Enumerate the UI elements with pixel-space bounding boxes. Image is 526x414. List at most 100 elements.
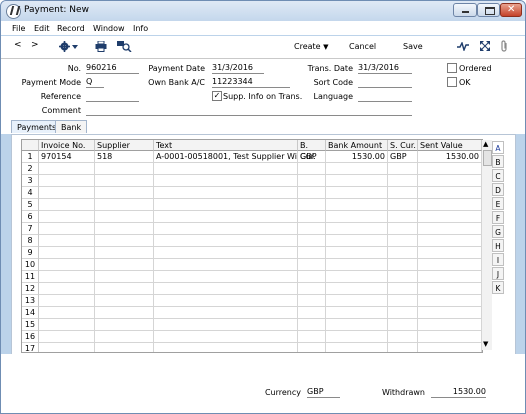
cell-s-cur[interactable] [388, 307, 418, 319]
cell-bank-amount[interactable] [326, 343, 388, 352]
cell-invoice-no[interactable] [39, 211, 95, 223]
cell-invoice-no[interactable] [39, 331, 95, 343]
cell-s-cur[interactable] [388, 295, 418, 307]
cell-supplier[interactable] [95, 343, 154, 352]
cell-b-cur[interactable] [298, 175, 326, 187]
cell-sent-value[interactable] [418, 187, 482, 199]
cell-s-cur[interactable] [388, 271, 418, 283]
ok-checkbox[interactable] [447, 77, 457, 87]
print-preview-icon[interactable] [116, 40, 132, 52]
trans-date-field[interactable]: 31/3/2016 [358, 63, 412, 74]
cell-bank-amount[interactable] [326, 235, 388, 247]
cell-sent-value[interactable] [418, 283, 482, 295]
cell-bank-amount[interactable] [326, 295, 388, 307]
cell-text[interactable] [154, 199, 298, 211]
grid-scrollbar[interactable]: ▲ ▼ [482, 140, 492, 350]
cell-s-cur[interactable] [388, 187, 418, 199]
print-icon[interactable] [95, 41, 107, 52]
flip-tab-d[interactable]: D [492, 183, 504, 196]
cell-supplier[interactable] [95, 199, 154, 211]
cell-text[interactable] [154, 211, 298, 223]
cell-s-cur[interactable] [388, 175, 418, 187]
cell-b-cur[interactable]: GBP [298, 151, 326, 163]
cell-supplier[interactable] [95, 319, 154, 331]
comment-field[interactable] [86, 105, 412, 116]
flip-tab-e[interactable]: E [492, 197, 504, 210]
cell-sent-value[interactable]: 1530.00 [418, 151, 482, 163]
cell-sent-value[interactable] [418, 175, 482, 187]
cell-supplier[interactable] [95, 283, 154, 295]
cell-text[interactable] [154, 223, 298, 235]
cell-b-cur[interactable] [298, 319, 326, 331]
cell-sent-value[interactable] [418, 331, 482, 343]
flip-tab-j[interactable]: J [492, 267, 504, 280]
cell-text[interactable]: A-0001-00518001, Test Supplier With. Ti [154, 151, 298, 163]
col-sent-value[interactable]: Sent Value [418, 140, 482, 151]
cell-s-cur[interactable] [388, 211, 418, 223]
cell-b-cur[interactable] [298, 235, 326, 247]
cell-supplier[interactable] [95, 163, 154, 175]
row-number[interactable]: 8 [22, 235, 39, 247]
attachment-icon[interactable] [500, 40, 509, 52]
row-number[interactable]: 17 [22, 343, 39, 352]
flip-tab-i[interactable]: I [492, 253, 504, 266]
row-number[interactable]: 14 [22, 307, 39, 319]
row-number[interactable]: 16 [22, 331, 39, 343]
row-number[interactable]: 13 [22, 295, 39, 307]
cell-text[interactable] [154, 187, 298, 199]
cell-supplier[interactable] [95, 187, 154, 199]
tab-bank[interactable]: Bank [55, 120, 88, 133]
row-number[interactable]: 4 [22, 187, 39, 199]
cell-supplier[interactable]: 518 [95, 151, 154, 163]
cell-bank-amount[interactable] [326, 199, 388, 211]
minimize-button[interactable] [453, 3, 477, 17]
language-field[interactable] [358, 91, 412, 102]
currency-field[interactable]: GBP [307, 387, 340, 398]
cell-b-cur[interactable] [298, 271, 326, 283]
flip-tab-b[interactable]: B [492, 155, 504, 168]
row-number[interactable]: 1 [22, 151, 39, 163]
cell-s-cur[interactable] [388, 223, 418, 235]
flip-tab-a[interactable]: A [492, 141, 504, 154]
cell-invoice-no[interactable] [39, 187, 95, 199]
cell-bank-amount[interactable] [326, 319, 388, 331]
cell-invoice-no[interactable] [39, 247, 95, 259]
row-number[interactable]: 10 [22, 259, 39, 271]
cell-supplier[interactable] [95, 295, 154, 307]
cell-bank-amount[interactable] [326, 259, 388, 271]
cell-b-cur[interactable] [298, 259, 326, 271]
cell-supplier[interactable] [95, 211, 154, 223]
cell-s-cur[interactable] [388, 199, 418, 211]
cell-s-cur[interactable] [388, 343, 418, 352]
cell-b-cur[interactable] [298, 163, 326, 175]
cell-sent-value[interactable] [418, 343, 482, 352]
cell-sent-value[interactable] [418, 319, 482, 331]
col-invoice-no[interactable]: Invoice No. [39, 140, 95, 151]
cell-b-cur[interactable] [298, 295, 326, 307]
expand-icon[interactable] [480, 41, 490, 51]
cell-supplier[interactable] [95, 223, 154, 235]
cell-bank-amount[interactable] [326, 211, 388, 223]
cell-bank-amount[interactable] [326, 307, 388, 319]
cell-bank-amount[interactable] [326, 271, 388, 283]
scroll-down-icon[interactable]: ▼ [483, 340, 488, 348]
cell-bank-amount[interactable] [326, 187, 388, 199]
menu-info[interactable]: Info [133, 24, 148, 33]
cell-invoice-no[interactable] [39, 307, 95, 319]
col-supplier[interactable]: Supplier [95, 140, 154, 151]
cell-invoice-no[interactable] [39, 199, 95, 211]
cell-s-cur[interactable] [388, 259, 418, 271]
cell-supplier[interactable] [95, 175, 154, 187]
maximize-button[interactable] [477, 3, 500, 17]
cell-supplier[interactable] [95, 271, 154, 283]
cell-sent-value[interactable] [418, 211, 482, 223]
row-number[interactable]: 11 [22, 271, 39, 283]
supp-info-checkbox[interactable]: ✓ [212, 91, 222, 101]
row-number[interactable]: 15 [22, 319, 39, 331]
cell-supplier[interactable] [95, 235, 154, 247]
cell-invoice-no[interactable] [39, 283, 95, 295]
menu-window[interactable]: Window [93, 24, 125, 33]
cell-sent-value[interactable] [418, 235, 482, 247]
col-b-cur[interactable]: B. Cur. [298, 140, 326, 161]
cell-invoice-no[interactable] [39, 271, 95, 283]
